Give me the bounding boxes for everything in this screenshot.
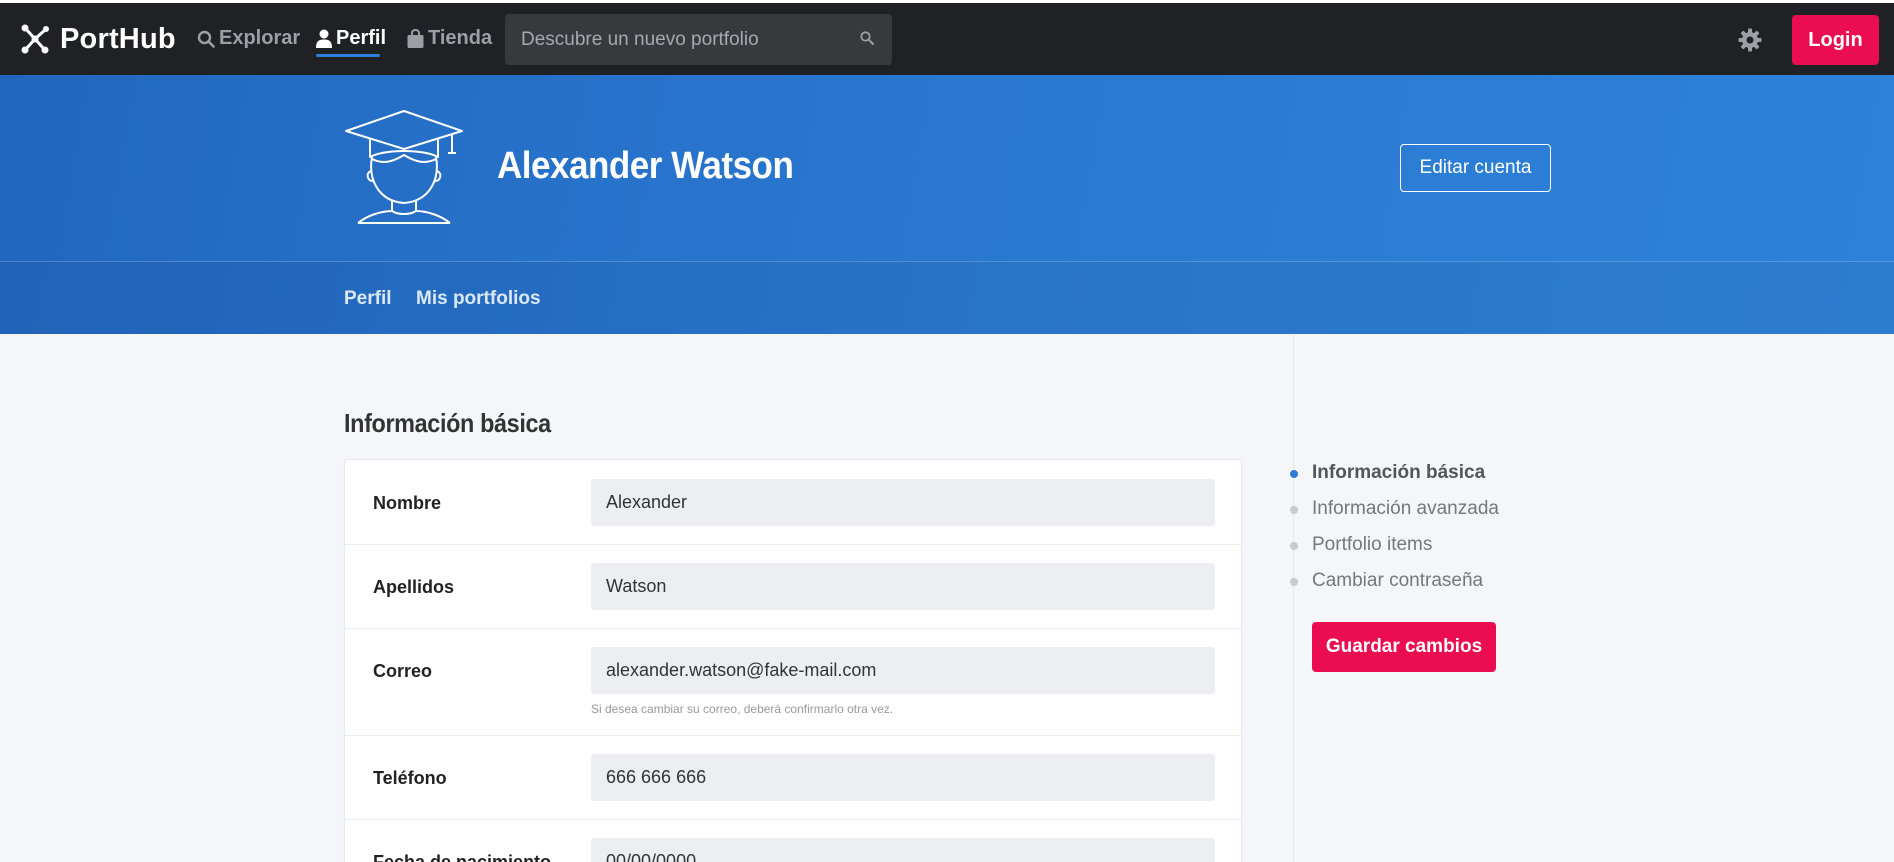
graduate-avatar-icon xyxy=(345,110,463,224)
search-icon xyxy=(197,30,215,48)
tab-mis-portfolios[interactable]: Mis portfolios xyxy=(416,288,541,310)
nav-tienda[interactable]: Tienda xyxy=(407,27,492,50)
form-row-telefono: Teléfono xyxy=(345,736,1241,820)
telefono-label: Teléfono xyxy=(373,768,447,788)
email-help-text: Si desea cambiar su correo, deberá confi… xyxy=(591,702,894,716)
tab-perfil[interactable]: Perfil xyxy=(344,288,392,310)
brand-logo[interactable]: PortHub xyxy=(20,21,176,57)
brand-name: PortHub xyxy=(60,22,176,55)
side-nav-dot-active xyxy=(1290,470,1298,478)
profile-header: Alexander Watson Editar cuenta Perfil Mi… xyxy=(0,75,1894,334)
apellidos-label: Apellidos xyxy=(373,577,455,597)
side-nav-portfolio-items[interactable]: Portfolio items xyxy=(1312,534,1432,556)
fecha-nacimiento-field[interactable] xyxy=(591,838,1215,862)
side-nav-informacion-avanzada[interactable]: Información avanzada xyxy=(1312,498,1499,520)
nav-tienda-label: Tienda xyxy=(428,27,493,49)
side-nav-cambiar-contrasena[interactable]: Cambiar contraseña xyxy=(1312,570,1483,592)
nav-active-indicator xyxy=(316,54,380,57)
save-changes-button[interactable]: Guardar cambios xyxy=(1312,622,1496,672)
shopping-bag-icon xyxy=(407,29,424,48)
molecule-logo-icon xyxy=(21,24,49,54)
search-icon[interactable] xyxy=(860,31,874,45)
profile-name: Alexander Watson xyxy=(497,145,794,187)
correo-label: Correo xyxy=(373,661,433,681)
side-nav-dot xyxy=(1290,506,1298,514)
email-field[interactable] xyxy=(591,647,1215,694)
login-button[interactable]: Login xyxy=(1792,15,1879,65)
form-row-nombre: Nombre xyxy=(345,460,1241,545)
nombre-label: Nombre xyxy=(373,493,442,513)
form-row-correo: Correo Si desea cambiar su correo, deber… xyxy=(345,629,1241,736)
telefono-field[interactable] xyxy=(591,754,1215,801)
nombre-field[interactable] xyxy=(591,479,1215,526)
gear-icon[interactable] xyxy=(1738,28,1762,52)
fecha-label: Fecha de nacimiento xyxy=(373,852,552,862)
sidebar-divider xyxy=(1293,334,1294,862)
nav-perfil-label: Perfil xyxy=(336,27,387,49)
side-nav-dot xyxy=(1290,578,1298,586)
basic-info-card: Nombre Apellidos Correo Si desea cambiar… xyxy=(344,459,1242,862)
nav-explorar-label: Explorar xyxy=(219,27,301,49)
edit-account-button[interactable]: Editar cuenta xyxy=(1400,144,1551,192)
section-title: Información básica xyxy=(344,408,551,438)
navbar: PortHub Explorar Perfil Tienda Descubre … xyxy=(0,3,1894,75)
search-input[interactable] xyxy=(505,28,835,51)
user-icon xyxy=(316,29,332,48)
apellidos-field[interactable] xyxy=(591,563,1215,610)
profile-tab-bar xyxy=(0,262,1894,334)
nav-perfil[interactable]: Perfil xyxy=(316,27,386,50)
form-row-fecha: Fecha de nacimiento xyxy=(345,820,1241,862)
side-nav-informacion-basica[interactable]: Información básica xyxy=(1312,462,1485,484)
form-row-apellidos: Apellidos xyxy=(345,545,1241,629)
nav-explorar[interactable]: Explorar xyxy=(197,27,300,50)
search-box xyxy=(505,14,892,65)
side-nav-dot xyxy=(1290,542,1298,550)
